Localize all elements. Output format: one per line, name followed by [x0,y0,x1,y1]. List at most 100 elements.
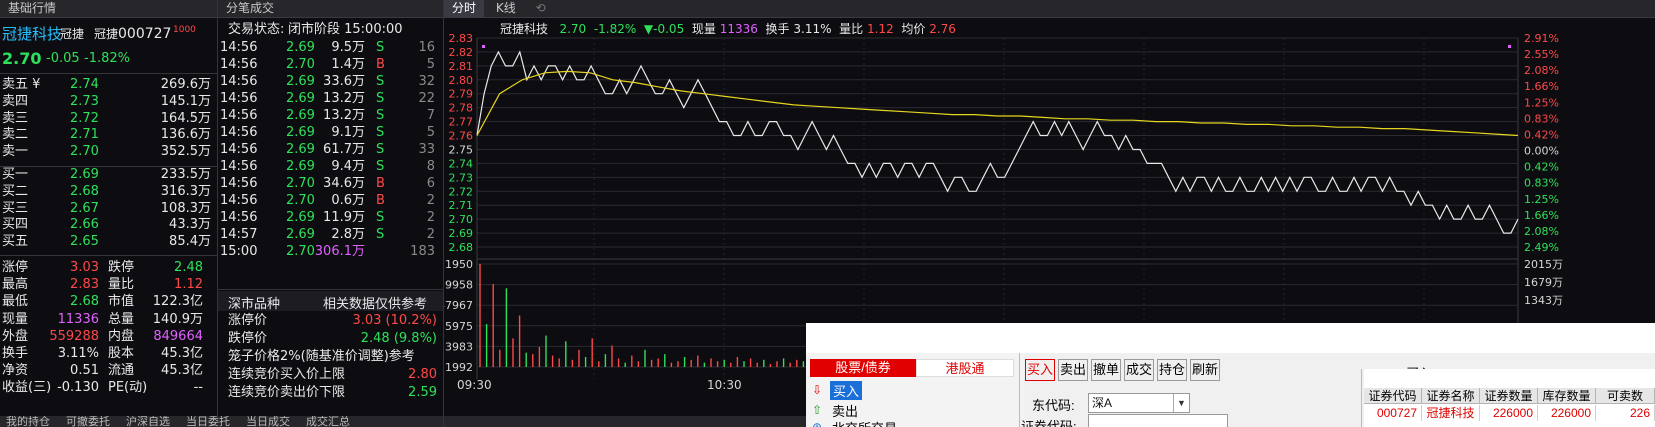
ask-price: 2.74 [70,77,99,92]
chevron-down-icon[interactable]: ▼ [1173,394,1189,412]
ask-volume: 145.1万 [160,93,211,109]
stat-label: 最低 [2,294,29,310]
pct-tick-label: 0.42% [1524,128,1559,141]
bottom-tab[interactable]: 成交汇总 [306,416,350,427]
tick-count: 8 [426,159,435,174]
cage-rule: 笼子价格2%(随基准价调整)参考 [228,349,415,364]
toolbar-refresh-button[interactable]: 刷新 [1190,359,1220,381]
tick-volume: 306.1万 [314,244,365,259]
toolbar-cancel-button[interactable]: 撤单 [1091,359,1121,381]
stat-value: 3.03 [70,260,99,275]
toolbar-position-button[interactable]: 持仓 [1157,359,1187,381]
tick-time: 14:56 [220,91,258,106]
tick-time: 14:56 [220,210,258,225]
y-tick-label: 2.72 [449,185,474,198]
tick-count: 183 [410,244,435,259]
tick-time: 14:56 [220,193,258,208]
tick-price: 2.70 [286,57,315,72]
tab-hk-connect[interactable]: 港股通 [916,359,1014,377]
td-qty[interactable]: 226000 [1480,405,1538,421]
tick-time: 14:56 [220,40,258,55]
toolbar-sell-button[interactable]: 卖出 [1058,359,1088,381]
td-sellable[interactable]: 226 [1596,405,1655,421]
stat-label: 量比 [108,277,135,293]
tab-stock-bond[interactable]: 股票/债券 [810,359,916,377]
tick-price: 2.70 [286,193,315,208]
y-tick-label: 2.75 [449,143,474,156]
td-name[interactable]: 冠捷科技 [1422,405,1480,421]
limit-up-row: 涨停价 3.03 (10.2%) [218,312,443,330]
refresh-icon[interactable]: ⟲ [528,0,554,18]
order-book-ask-row: 卖五 ¥ 2.74 269.6万 [0,76,217,94]
td-stock-qty[interactable]: 226000 [1538,405,1596,421]
tab-timeshare[interactable]: 分时 [444,0,485,18]
tick-list: 14:56 2.69 9.5万 S 16 14:56 2.70 1.4万 B 5 14:56 2.69… [218,39,443,269]
bid-volume: 316.3万 [160,183,211,199]
pct-tick-label: 1.25% [1524,96,1559,109]
pct-tick-label: 2.08% [1524,64,1559,77]
pct-tick-label: 1.66% [1524,209,1559,222]
th-code: 证券代码 [1364,388,1422,404]
ask-price: 2.72 [70,110,99,126]
bid-label: 买五 [2,234,29,250]
trade-dialog: 股票/债券 港股通 ⇩ 买入 ⇧ 卖出 ⊕ 北交所交易 买入 卖出 撤单 成交 … [806,323,1655,427]
th-qty: 证券数量 [1480,388,1538,404]
tick-row: 14:56 2.69 9.1万 S 5 [218,124,443,142]
stats-row: 最高 2.83 量比 1.12 [0,276,217,294]
tab-kline[interactable]: K线 [488,0,524,18]
account-select[interactable]: 深A ▼ [1088,393,1190,413]
tick-price: 2.70 [286,244,315,259]
pct-tick-label: 2.49% [1524,241,1559,254]
bid-price: 2.65 [70,234,99,250]
tick-volume: 9.5万 [331,40,365,55]
tick-volume: 1.4万 [331,57,365,72]
bottom-tab[interactable]: 当日委托 [186,416,230,427]
tick-time: 15:00 [220,244,258,259]
th-name: 证券名称 [1422,388,1480,404]
stat-value: 0.51 [70,363,99,379]
stat-label: 总量 [108,311,135,327]
ask-label: 卖三 [2,110,29,126]
tick-price: 2.69 [286,125,315,140]
ask-label: 卖一 [2,144,29,160]
basic-quote-header: 基础行情 [0,0,217,18]
code-input[interactable] [1088,414,1228,427]
toolbar-deal-button[interactable]: 成交 [1124,359,1154,381]
ask-label: 卖五 ¥ [2,77,41,92]
tick-title: 分笔成交 [226,1,275,15]
tick-count: 5 [426,57,435,72]
divider [0,73,217,74]
tree-item-bj[interactable]: 北交所交易 [832,418,897,427]
tick-count: 16 [418,40,435,55]
tick-direction: S [376,227,385,242]
bottom-tab[interactable]: 沪深自选 [126,416,170,427]
cage-rule-row: 笼子价格2%(随基准价调整)参考 [218,348,443,366]
td-code[interactable]: 000727 [1364,405,1422,421]
market-info-header: 深市品种 相关数据仅供参考 [218,291,443,312]
lower-limit-row: 连续竞价卖出价下限 2.59 [218,384,443,402]
stock-code: 000727 [118,26,172,42]
stock-price: 2.70 [2,49,42,68]
bottom-tab[interactable]: 我的持仓 [6,416,50,427]
order-book-bid-row: 买二 2.68 316.3万 [0,183,217,201]
bottom-tab[interactable]: 可撤委托 [66,416,110,427]
y-tick-label: 2.77 [449,116,474,129]
bottom-tab[interactable]: 当日成交 [246,416,290,427]
stat-label: 收益(三) [2,380,52,396]
tick-time: 14:56 [220,159,258,174]
ask-price: 2.70 [70,144,99,160]
stat-value: -0.130 [57,380,99,396]
divider [1019,353,1020,427]
ask-volume: 269.6万 [160,77,211,92]
y-tick-label: 2.69 [449,227,474,240]
vol-tick-label: 71950 [444,258,473,271]
bid-price: 2.68 [70,183,99,199]
account-value: 深A [1092,396,1113,410]
pct-tick-label: 0.42% [1524,161,1559,174]
buy-icon: ⇩ [812,383,823,397]
tick-direction: B [376,193,385,208]
limit-up-label: 涨停价 [228,313,268,328]
tree-item-buy[interactable]: 买入 [830,381,863,400]
toolbar-buy-button[interactable]: 买入 [1025,359,1055,381]
vol-tick-label: 23983 [444,340,473,353]
